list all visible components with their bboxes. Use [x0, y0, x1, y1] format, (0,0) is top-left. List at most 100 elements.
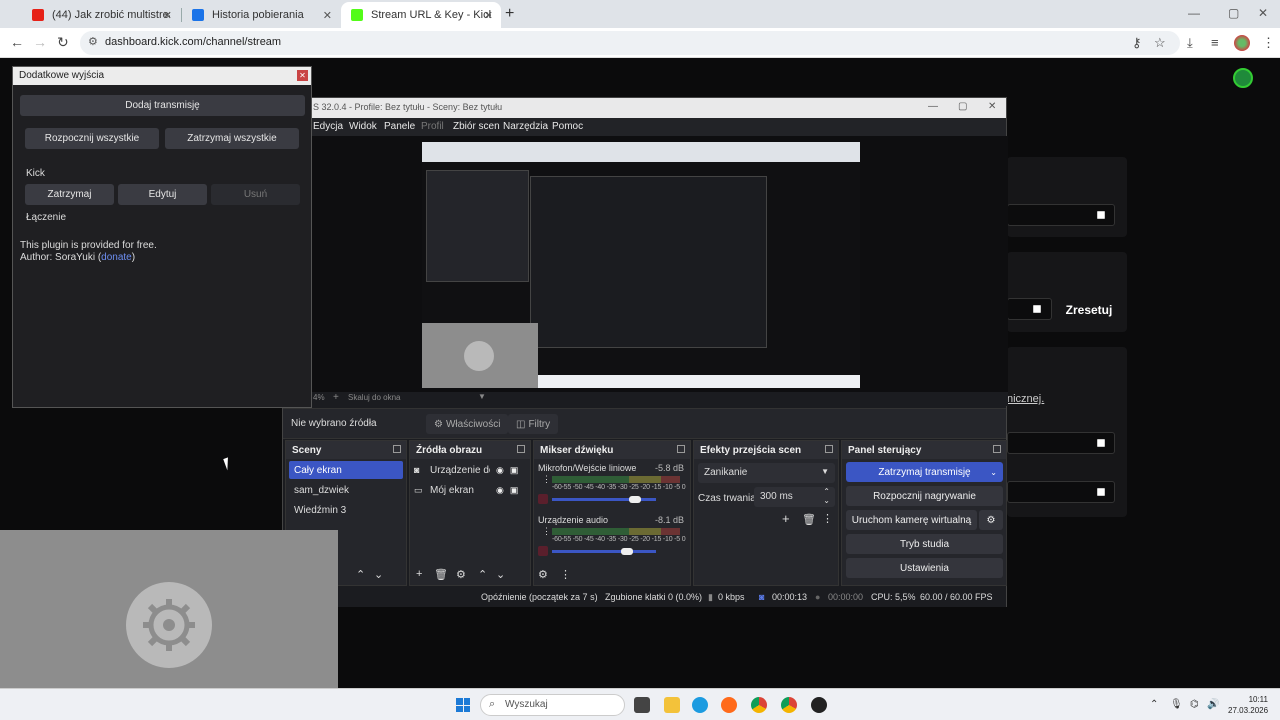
minimize-icon[interactable]: —: [928, 101, 938, 112]
eye-icon[interactable]: ◉: [496, 485, 504, 496]
reset-key-button[interactable]: Zresetuj: [1062, 295, 1116, 325]
source-item[interactable]: ▭ Mój ekran ◉ ▣: [414, 481, 528, 499]
volume-icon[interactable]: 🔊: [1207, 699, 1219, 710]
menu-edit[interactable]: Edycja: [313, 121, 343, 132]
tray-overflow-icon[interactable]: ⌃: [1150, 699, 1158, 710]
copy-icon[interactable]: [1097, 211, 1105, 219]
menu-tools[interactable]: Narzędzia: [503, 121, 548, 132]
maximize-icon[interactable]: ▢: [958, 101, 967, 112]
mute-icon[interactable]: [538, 546, 548, 556]
channel-menu-icon[interactable]: ⋮: [542, 526, 551, 537]
reading-list-icon[interactable]: ≡: [1211, 35, 1219, 50]
menu-scene-collection[interactable]: Zbiór scen: [453, 121, 500, 132]
stop-button[interactable]: Zatrzymaj: [25, 184, 114, 205]
scene-item[interactable]: Wiedźmin 3: [289, 501, 403, 519]
start-virtual-camera-button[interactable]: Uruchom kamerę wirtualną: [846, 510, 977, 530]
gear-icon[interactable]: ⚙: [456, 568, 466, 581]
menu-icon[interactable]: ⋮: [1262, 35, 1275, 51]
volume-knob[interactable]: [629, 496, 642, 503]
studio-mode-button[interactable]: Tryb studia: [846, 534, 1003, 554]
tab-youtube[interactable]: (44) Jak zrobić multistream - tu ✕: [22, 2, 180, 28]
stop-all-button[interactable]: Zatrzymaj wszystkie: [165, 128, 299, 149]
undock-icon[interactable]: [517, 445, 525, 453]
menu-help[interactable]: Pomoc: [552, 121, 583, 132]
password-key-icon[interactable]: ⚷: [1132, 35, 1142, 51]
downloads-icon[interactable]: ⤓: [1187, 35, 1193, 51]
zoom-label[interactable]: Skaluj do okna: [348, 393, 400, 402]
tab-downloads[interactable]: Historia pobierania ✕: [182, 2, 340, 28]
start-all-button[interactable]: Rozpocznij wszystkie: [25, 128, 159, 149]
close-icon[interactable]: ✕: [297, 70, 308, 81]
donate-link[interactable]: donate: [101, 252, 132, 263]
move-up-icon[interactable]: ⌃: [478, 568, 487, 581]
undock-icon[interactable]: [677, 445, 685, 453]
forward-icon[interactable]: →: [33, 34, 47, 50]
edit-button[interactable]: Edytuj: [118, 184, 207, 205]
back-icon[interactable]: ←: [10, 34, 24, 50]
volume-knob[interactable]: [620, 548, 633, 555]
copy-icon[interactable]: [1097, 488, 1105, 496]
gear-icon[interactable]: ⚙: [979, 510, 1003, 530]
menu-profile[interactable]: Profil: [421, 121, 444, 132]
zoom-dropdown-icon[interactable]: ▼: [478, 392, 486, 401]
filters-button[interactable]: ◫ Filtry: [508, 414, 559, 434]
task-view-icon[interactable]: [634, 697, 650, 713]
help-link[interactable]: nicznej.: [1007, 393, 1044, 405]
duration-input[interactable]: 300 ms ⌃ ⌄: [754, 487, 835, 507]
start-recording-button[interactable]: Rozpocznij nagrywanie: [846, 486, 1003, 506]
network-icon[interactable]: ⌬: [1190, 699, 1199, 710]
menu-docks[interactable]: Panele: [384, 121, 415, 132]
reload-icon[interactable]: ↻: [57, 34, 69, 51]
close-icon[interactable]: ✕: [988, 101, 996, 112]
eye-icon[interactable]: ◉: [496, 465, 504, 476]
advanced-audio-icon[interactable]: ⚙: [538, 568, 548, 581]
volume-slider[interactable]: [552, 550, 656, 553]
close-window-icon[interactable]: ✕: [1258, 6, 1268, 20]
add-icon[interactable]: +: [416, 568, 422, 580]
chrome-icon[interactable]: [751, 697, 767, 713]
mute-icon[interactable]: [538, 494, 548, 504]
taskbar-clock[interactable]: 10:11 27.03.2026: [1228, 694, 1268, 716]
new-tab-icon[interactable]: +: [505, 5, 514, 23]
stream-preview[interactable]: [422, 142, 860, 388]
channel-menu-icon[interactable]: ⋮: [542, 474, 551, 485]
undock-icon[interactable]: [825, 445, 833, 453]
mixer-menu-icon[interactable]: ⋮: [560, 568, 571, 581]
move-up-icon[interactable]: ⌃: [356, 568, 365, 581]
trash-icon[interactable]: 🗑: [802, 513, 816, 526]
microphone-icon[interactable]: 🎙: [1170, 699, 1183, 710]
remove-button[interactable]: Usuń: [211, 184, 300, 205]
chrome-profile-icon[interactable]: [781, 697, 797, 713]
spin-down-icon[interactable]: ⌄: [823, 496, 830, 505]
bookmark-star-icon[interactable]: ☆: [1154, 35, 1166, 51]
source-item[interactable]: ◙ Urządzenie do ◉ ▣: [414, 461, 528, 479]
maximize-icon[interactable]: ▢: [1228, 6, 1239, 20]
add-icon[interactable]: +: [782, 511, 790, 526]
transition-select[interactable]: Zanikanie ▼: [698, 463, 835, 483]
copy-icon[interactable]: [1097, 439, 1105, 447]
settings-button[interactable]: Ustawienia: [846, 558, 1003, 578]
scene-item[interactable]: Cały ekran: [289, 461, 403, 479]
obs-icon[interactable]: [811, 697, 827, 713]
site-info-icon[interactable]: ⚙: [88, 35, 98, 48]
windows-start-icon[interactable]: [456, 698, 470, 712]
lock-icon[interactable]: ▣: [510, 465, 519, 476]
stream-key-field[interactable]: [1007, 298, 1052, 320]
tab-kick[interactable]: Stream URL & Key - Kick Dashb ✕: [341, 2, 501, 28]
address-bar[interactable]: ⚙ dashboard.kick.com/channel/stream: [80, 31, 1180, 55]
file-explorer-icon[interactable]: [664, 697, 680, 713]
lock-icon[interactable]: ▣: [510, 485, 519, 496]
move-down-icon[interactable]: ⌄: [374, 568, 383, 581]
move-down-icon[interactable]: ⌄: [496, 568, 505, 581]
copy-icon[interactable]: [1033, 305, 1041, 313]
taskbar-search[interactable]: ⌕ Wyszukaj: [480, 694, 625, 716]
stop-streaming-button[interactable]: Zatrzymaj transmisję ⌄: [846, 462, 1003, 482]
spin-up-icon[interactable]: ⌃: [823, 487, 830, 496]
kick-user-avatar[interactable]: [1233, 68, 1253, 88]
chevron-down-icon[interactable]: ⌄: [990, 468, 997, 477]
undock-icon[interactable]: [393, 445, 401, 453]
scene-item[interactable]: sam_dzwiek: [289, 481, 403, 499]
edge-icon[interactable]: [692, 697, 708, 713]
close-tab-icon[interactable]: ✕: [163, 9, 172, 22]
close-tab-icon[interactable]: ✕: [484, 9, 493, 22]
